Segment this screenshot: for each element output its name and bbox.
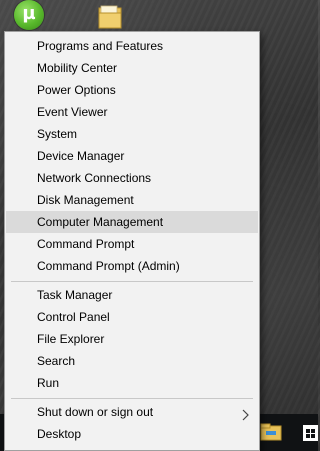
menu-item-label: Shut down or sign out (37, 405, 154, 419)
menu-item-file-explorer[interactable]: File Explorer (6, 328, 258, 350)
menu-item-mobility-center[interactable]: Mobility Center (6, 57, 258, 79)
menu-item-run[interactable]: Run (6, 372, 258, 394)
menu-item-event-viewer[interactable]: Event Viewer (6, 101, 258, 123)
folder-icon[interactable] (98, 4, 122, 30)
menu-item-device-manager[interactable]: Device Manager (6, 145, 258, 167)
utorrent-icon[interactable]: µ (14, 0, 44, 30)
file-explorer-icon[interactable] (260, 422, 282, 442)
menu-item-shut-down-or-sign-out[interactable]: Shut down or sign out (6, 401, 258, 423)
menu-item-power-options[interactable]: Power Options (6, 79, 258, 101)
menu-item-control-panel[interactable]: Control Panel (6, 306, 258, 328)
menu-separator (11, 398, 253, 399)
menu-item-desktop[interactable]: Desktop (6, 423, 258, 445)
menu-item-task-manager[interactable]: Task Manager (6, 284, 258, 306)
menu-item-network-connections[interactable]: Network Connections (6, 167, 258, 189)
menu-separator (11, 281, 253, 282)
store-icon[interactable] (303, 422, 318, 442)
menu-item-command-prompt-admin[interactable]: Command Prompt (Admin) (6, 255, 258, 277)
menu-item-programs-and-features[interactable]: Programs and Features (6, 35, 258, 57)
menu-item-command-prompt[interactable]: Command Prompt (6, 233, 258, 255)
menu-item-search[interactable]: Search (6, 350, 258, 372)
chevron-right-icon (241, 406, 249, 421)
menu-item-computer-management[interactable]: Computer Management (6, 211, 258, 233)
menu-item-disk-management[interactable]: Disk Management (6, 189, 258, 211)
context-menu: Programs and Features Mobility Center Po… (4, 31, 260, 451)
menu-item-system[interactable]: System (6, 123, 258, 145)
